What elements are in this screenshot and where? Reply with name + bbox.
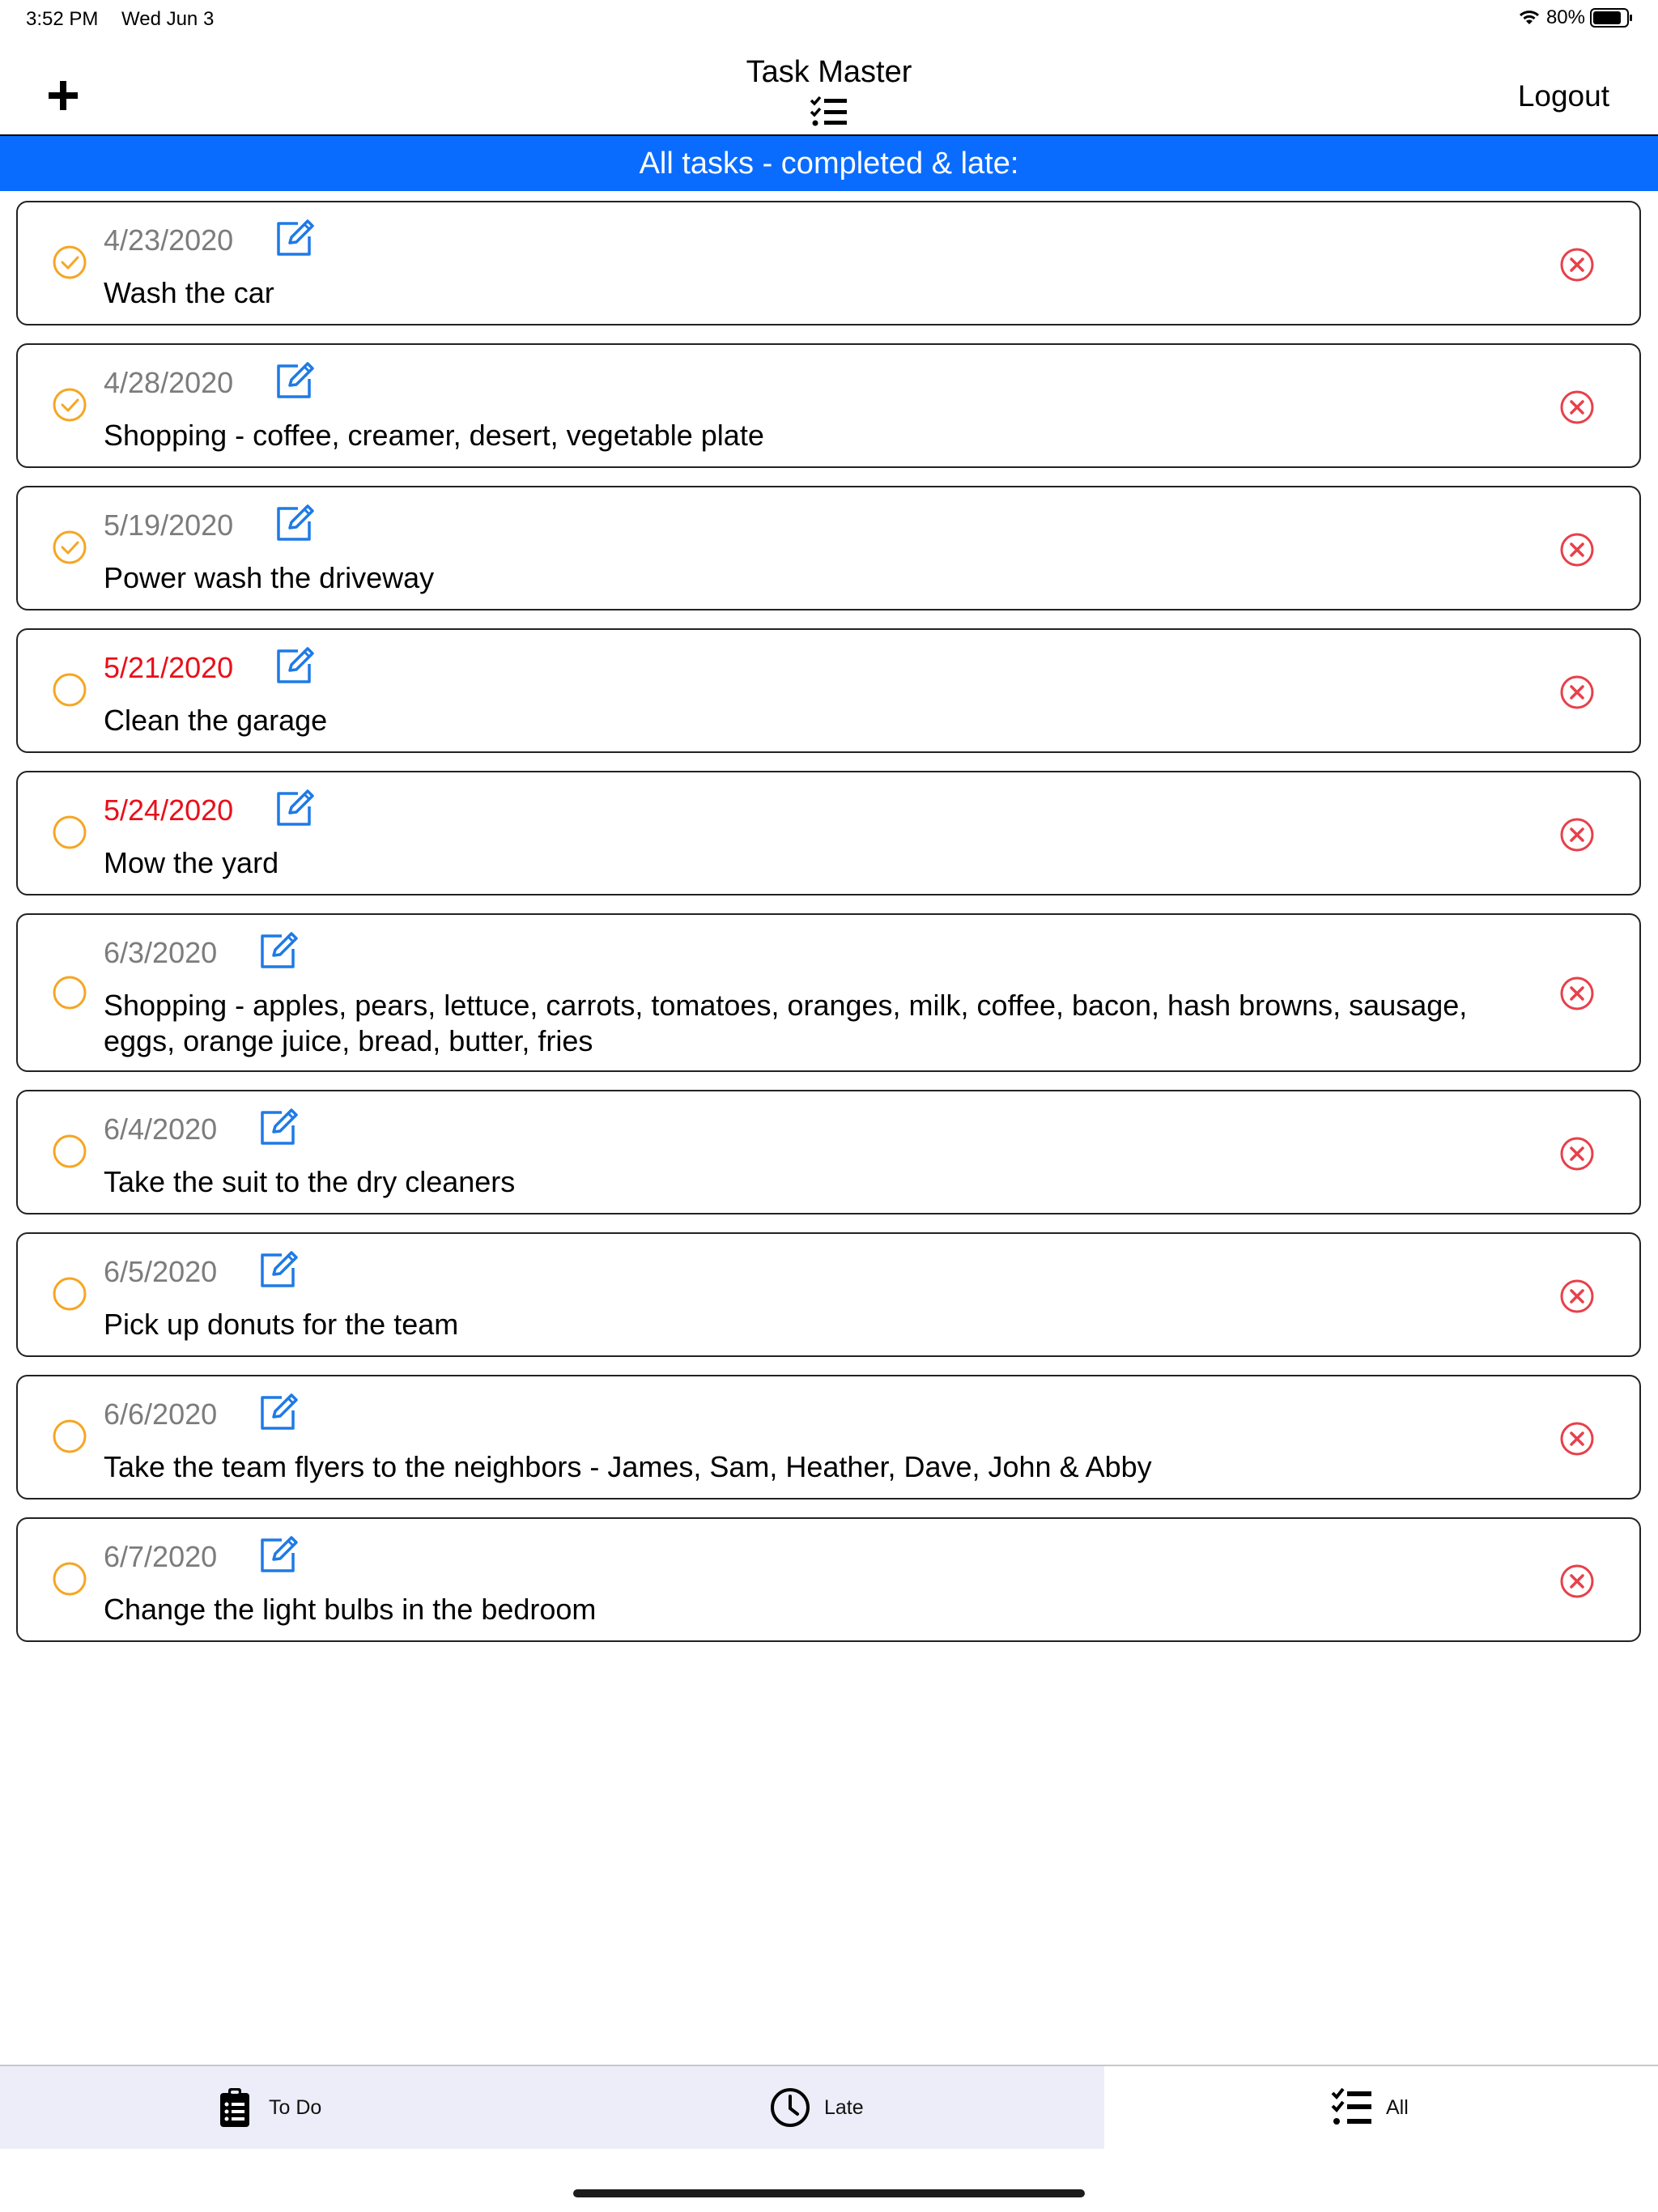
- completed-check-icon[interactable]: [52, 530, 87, 565]
- delete-icon[interactable]: [1558, 1563, 1596, 1600]
- tab-label: Late: [824, 2095, 864, 2119]
- incomplete-circle-icon[interactable]: [52, 1276, 87, 1312]
- tab-all[interactable]: All: [1104, 2066, 1658, 2149]
- incomplete-circle-icon[interactable]: [52, 1561, 87, 1597]
- task-list: 4/23/2020 Wash the car 4/28/2020 Shopping -…: [16, 201, 1641, 1660]
- status-time: 3:52 PM: [26, 8, 99, 30]
- page-title: Task Master: [746, 55, 912, 89]
- task-item: 6/3/2020 Shopping - apples, pears, lettuc…: [16, 913, 1641, 1072]
- incomplete-circle-icon[interactable]: [52, 1419, 87, 1454]
- task-date: 4/28/2020: [104, 366, 234, 399]
- incomplete-circle-icon[interactable]: [52, 672, 87, 708]
- edit-icon[interactable]: [257, 931, 301, 970]
- task-item: 6/5/2020 Pick up donuts for the team: [16, 1232, 1641, 1357]
- checklist-icon: [810, 96, 848, 128]
- edit-icon[interactable]: [274, 504, 317, 542]
- filter-banner: All tasks - completed & late:: [0, 136, 1658, 191]
- edit-icon[interactable]: [257, 1535, 301, 1574]
- task-item: 5/19/2020 Power wash the driveway: [16, 486, 1641, 610]
- task-text: Power wash the driveway: [104, 561, 435, 594]
- edit-icon[interactable]: [274, 789, 317, 827]
- delete-icon[interactable]: [1558, 1420, 1596, 1457]
- edit-icon[interactable]: [257, 1250, 301, 1289]
- task-item: 4/28/2020 Shopping - coffee, creamer, des…: [16, 343, 1641, 468]
- task-date: 6/7/2020: [104, 1540, 218, 1573]
- task-text: Mow the yard: [104, 846, 279, 879]
- edit-icon[interactable]: [274, 219, 317, 257]
- task-date: 5/21/2020: [104, 651, 234, 684]
- task-date: 6/6/2020: [104, 1397, 218, 1431]
- task-text: Change the light bulbs in the bedroom: [104, 1593, 597, 1626]
- edit-icon[interactable]: [257, 1393, 301, 1431]
- completed-check-icon[interactable]: [52, 245, 87, 280]
- checklist-icon: [1331, 2087, 1371, 2125]
- task-text: Shopping - coffee, creamer, desert, vege…: [104, 419, 764, 452]
- completed-check-icon[interactable]: [52, 387, 87, 423]
- task-text: Take the team flyers to the neighbors - …: [104, 1450, 1152, 1483]
- status-bar: 3:52 PM Wed Jun 3 80%: [0, 0, 1658, 39]
- status-indicators: 80%: [1517, 6, 1634, 29]
- task-date: 5/19/2020: [104, 508, 234, 542]
- task-item: 6/4/2020 Take the suit to the dry cleaner…: [16, 1090, 1641, 1214]
- edit-icon[interactable]: [257, 1108, 301, 1146]
- delete-icon[interactable]: [1558, 1278, 1596, 1315]
- status-date: Wed Jun 3: [121, 8, 215, 30]
- tab-label: All: [1386, 2095, 1409, 2119]
- task-date: 5/24/2020: [104, 793, 234, 827]
- tab-bar: To Do Late All: [0, 2065, 1658, 2149]
- task-item: 5/24/2020 Mow the yard: [16, 771, 1641, 895]
- task-item: 4/23/2020 Wash the car: [16, 201, 1641, 325]
- logout-button[interactable]: Logout: [1518, 79, 1609, 113]
- incomplete-circle-icon[interactable]: [52, 815, 87, 850]
- task-text: Take the suit to the dry cleaners: [104, 1165, 516, 1198]
- task-item: 5/21/2020 Clean the garage: [16, 628, 1641, 753]
- delete-icon[interactable]: [1558, 389, 1596, 426]
- delete-icon[interactable]: [1558, 975, 1596, 1012]
- tab-late[interactable]: Late: [552, 2066, 1104, 2149]
- task-date: 4/23/2020: [104, 223, 234, 257]
- incomplete-circle-icon[interactable]: [52, 1134, 87, 1169]
- edit-icon[interactable]: [274, 646, 317, 685]
- home-indicator: [573, 2189, 1085, 2197]
- tab-label: To Do: [269, 2095, 322, 2119]
- tab-todo[interactable]: To Do: [0, 2066, 552, 2149]
- task-text: Wash the car: [104, 276, 274, 309]
- task-date: 6/5/2020: [104, 1255, 218, 1288]
- clock-icon: [771, 2088, 810, 2127]
- task-date: 6/4/2020: [104, 1112, 218, 1146]
- task-item: 6/7/2020 Change the light bulbs in the be…: [16, 1517, 1641, 1642]
- battery-percent: 80%: [1545, 6, 1585, 28]
- delete-icon[interactable]: [1558, 1135, 1596, 1172]
- wifi-icon: [1517, 8, 1541, 28]
- delete-icon[interactable]: [1558, 816, 1596, 853]
- delete-icon[interactable]: [1558, 674, 1596, 711]
- task-date: 6/3/2020: [104, 936, 218, 969]
- edit-icon[interactable]: [274, 361, 317, 400]
- incomplete-circle-icon[interactable]: [52, 975, 87, 1010]
- task-text: Shopping - apples, pears, lettuce, carro…: [104, 989, 1468, 1057]
- task-text: Clean the garage: [104, 704, 328, 737]
- delete-icon[interactable]: [1558, 531, 1596, 568]
- battery-icon: [1590, 7, 1634, 28]
- task-item: 6/6/2020 Take the team flyers to the neig…: [16, 1375, 1641, 1499]
- nav-bar: Task Master Logout: [0, 39, 1658, 136]
- clipboard-list-icon: [220, 2088, 249, 2127]
- task-text: Pick up donuts for the team: [104, 1308, 459, 1341]
- delete-icon[interactable]: [1558, 246, 1596, 283]
